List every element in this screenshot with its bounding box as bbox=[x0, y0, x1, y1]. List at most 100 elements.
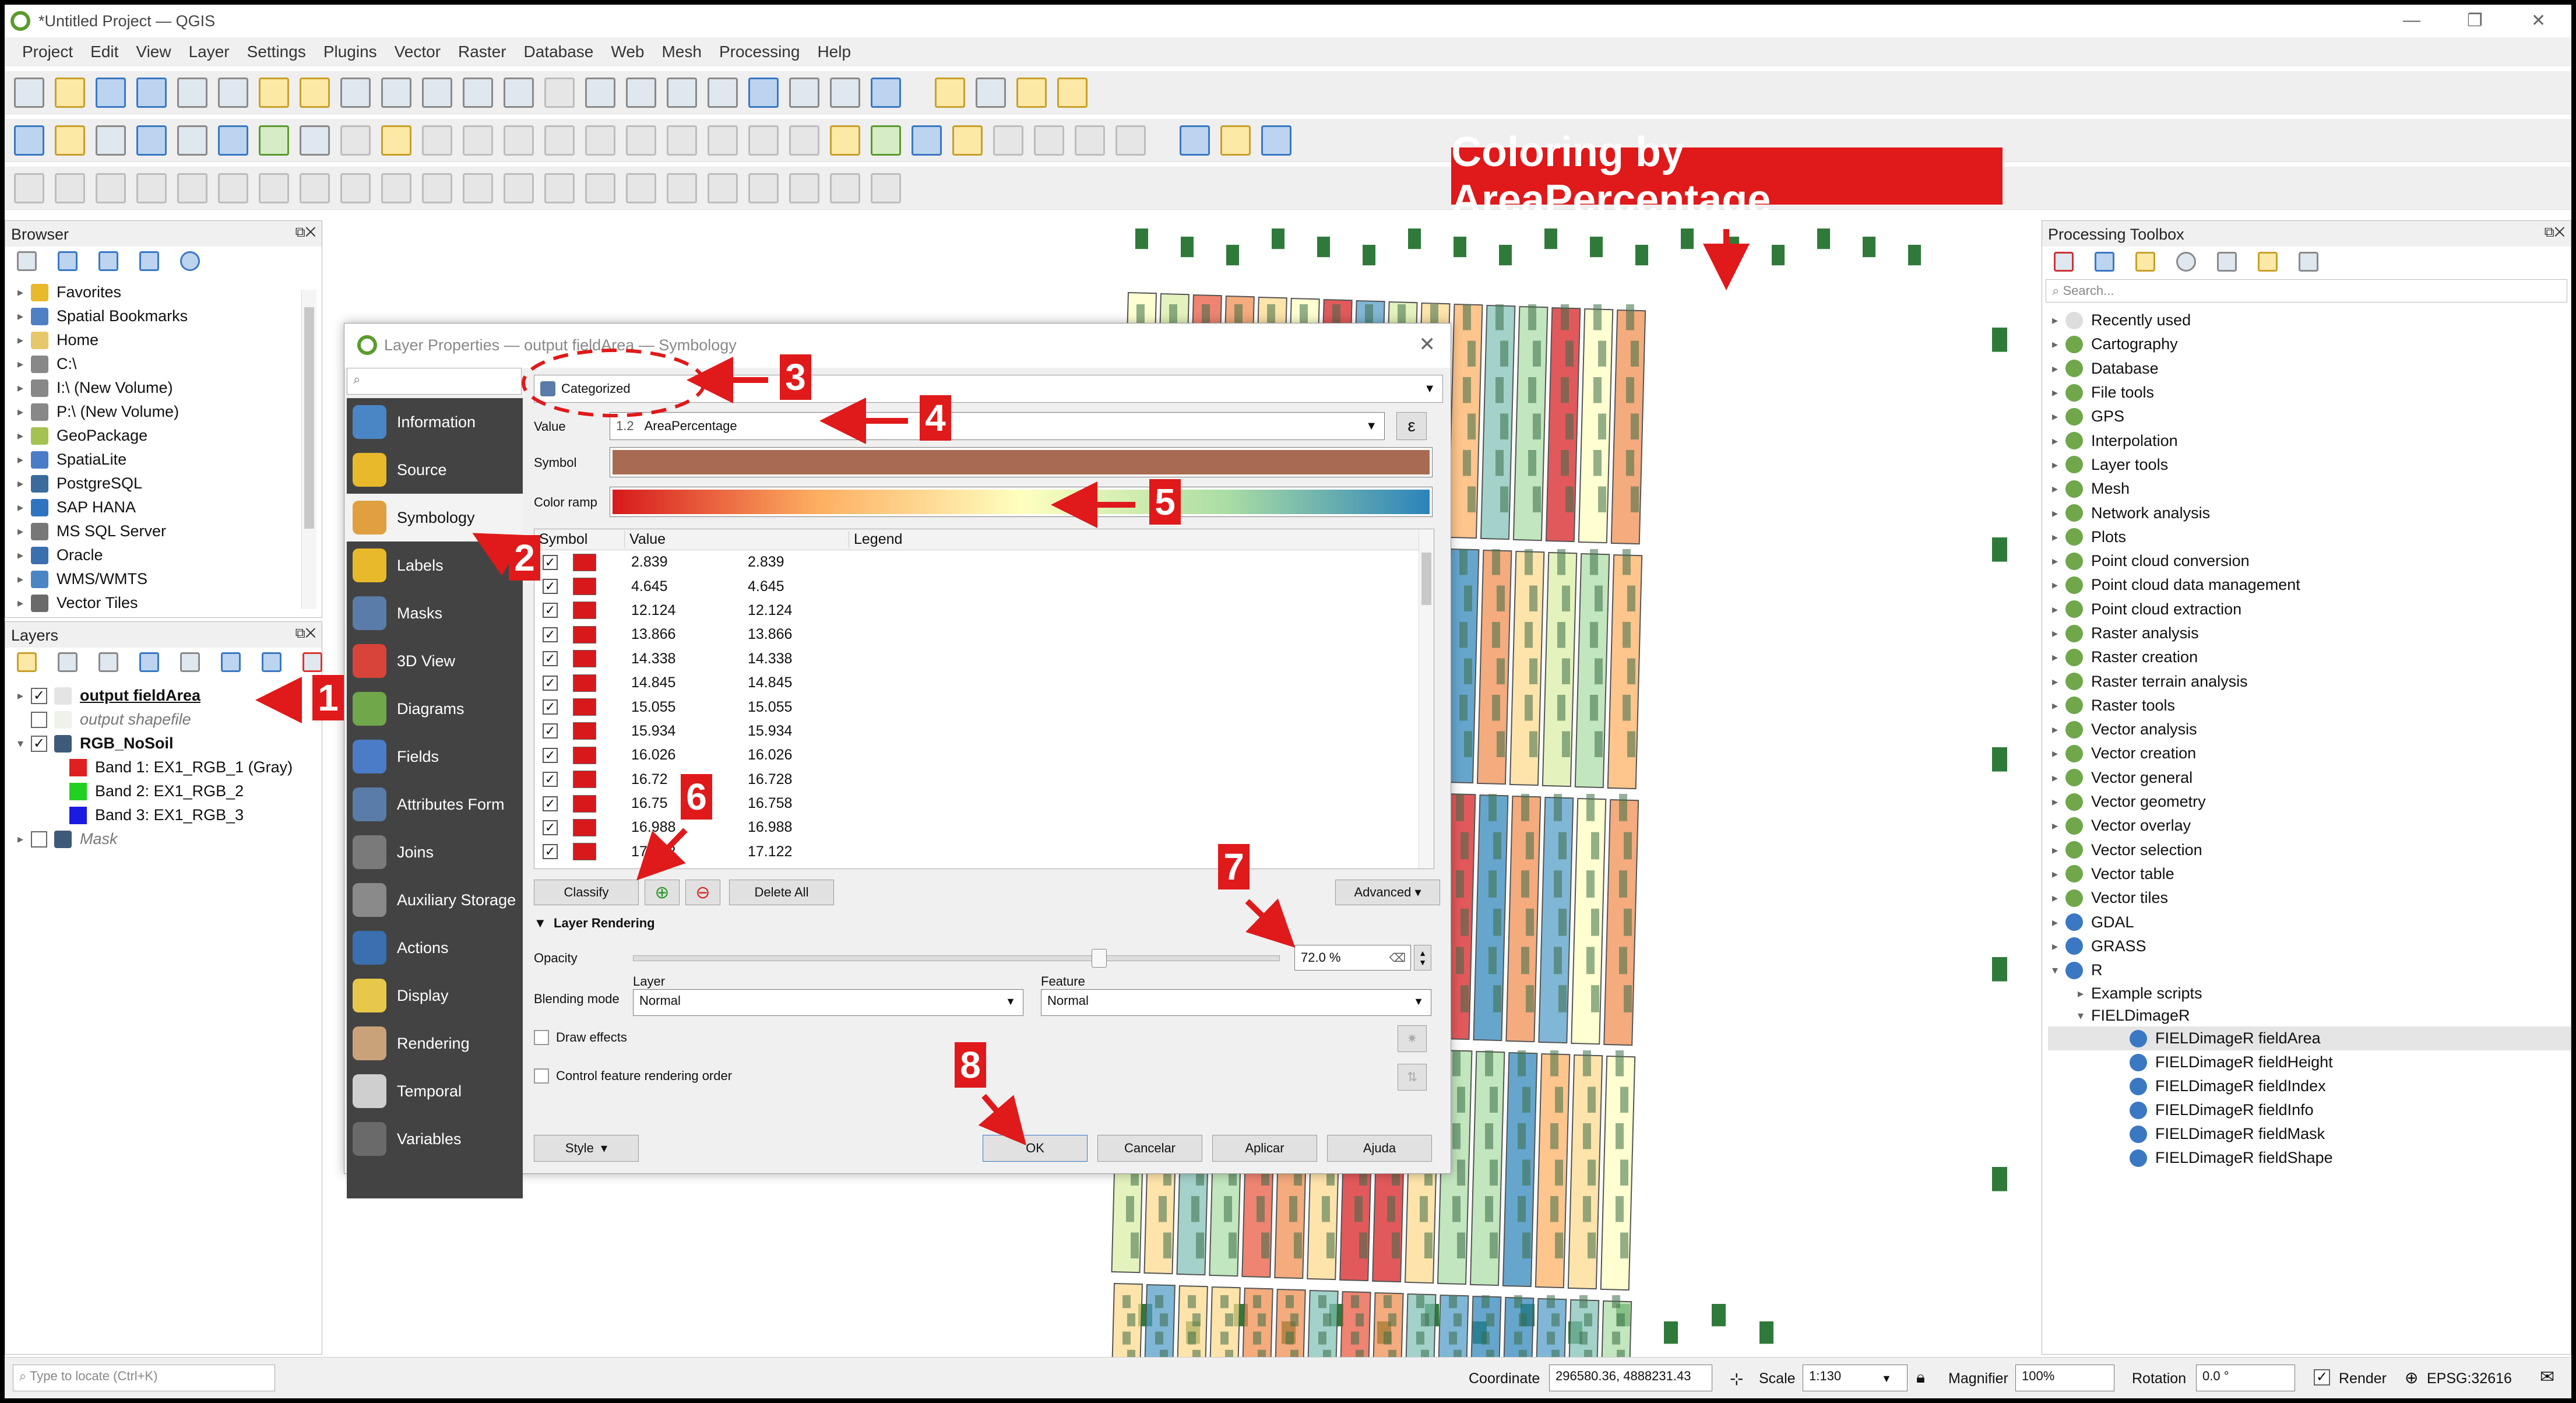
layer-blend-select[interactable]: Normal ▼ bbox=[633, 989, 1023, 1016]
expand-arrow-icon[interactable]: ▸ bbox=[2048, 626, 2062, 641]
panel-float-close-icon[interactable]: ⧉✕ bbox=[295, 224, 316, 241]
category-checkbox[interactable]: ✓ bbox=[543, 579, 558, 595]
paste-icon[interactable] bbox=[708, 125, 738, 156]
undo-icon[interactable] bbox=[748, 125, 779, 156]
menu-processing[interactable]: Processing bbox=[719, 43, 800, 61]
advanced-button[interactable]: Advanced ▾ bbox=[1335, 880, 1440, 905]
offset-point-icon[interactable] bbox=[830, 173, 860, 203]
toolbox-provider[interactable]: ▸ Vector geometry bbox=[2048, 790, 2571, 814]
menu-web[interactable]: Web bbox=[611, 43, 644, 61]
options-icon[interactable] bbox=[2299, 252, 2318, 272]
layer-visibility-checkbox[interactable] bbox=[31, 831, 47, 848]
remove-layer-icon[interactable] bbox=[302, 652, 322, 672]
rotation-spinbox[interactable]: 0.0 ° bbox=[2196, 1365, 2295, 1391]
toolbox-provider[interactable]: ▸ GDAL bbox=[2048, 910, 2571, 934]
label-show-icon[interactable] bbox=[1115, 125, 1146, 156]
sidebar-item-3d-view[interactable]: 3D View bbox=[347, 637, 523, 685]
diagram-icon[interactable] bbox=[871, 125, 901, 156]
toolbox-provider[interactable]: ▸ GRASS bbox=[2048, 934, 2571, 958]
table-row[interactable]: ✓ 13.866 13.866 bbox=[534, 623, 1434, 646]
layer-item[interactable]: ▸ Mask bbox=[13, 827, 322, 851]
category-legend[interactable]: 15.055 bbox=[748, 699, 792, 716]
expand-arrow-icon[interactable]: ▸ bbox=[13, 548, 27, 562]
expand-arrow-icon[interactable]: ▸ bbox=[2048, 602, 2062, 617]
sidebar-item-display[interactable]: Display bbox=[347, 972, 523, 1019]
select-value-icon[interactable] bbox=[976, 77, 1006, 108]
extents-icon[interactable]: ⊹ bbox=[1730, 1369, 1743, 1388]
browser-item[interactable]: ▸ C:\ bbox=[13, 352, 322, 376]
style-manager-icon[interactable] bbox=[218, 77, 248, 108]
category-legend[interactable]: 4.645 bbox=[748, 578, 784, 595]
browser-item[interactable]: ▸ GeoPackage bbox=[13, 424, 322, 448]
panel-float-close-icon[interactable]: ⧉✕ bbox=[2545, 224, 2565, 241]
category-symbol[interactable] bbox=[573, 843, 596, 861]
browser-scrollbar[interactable] bbox=[301, 290, 316, 609]
new-map-view-icon[interactable] bbox=[667, 77, 697, 108]
apply-button[interactable]: Aplicar bbox=[1212, 1135, 1317, 1162]
copy-icon[interactable] bbox=[667, 125, 697, 156]
menu-edit[interactable]: Edit bbox=[90, 43, 118, 61]
help-button[interactable]: Ajuda bbox=[1327, 1135, 1432, 1162]
crs-label[interactable]: EPSG:32616 bbox=[2427, 1370, 2512, 1387]
category-symbol[interactable] bbox=[573, 698, 596, 716]
category-checkbox[interactable]: ✓ bbox=[543, 747, 558, 763]
value-field-select[interactable]: 1.2 AreaPercentage ▼ bbox=[610, 412, 1385, 440]
expand-arrow-icon[interactable]: ▸ bbox=[2048, 650, 2062, 664]
python-console-icon[interactable] bbox=[1220, 125, 1251, 156]
category-value[interactable]: 4.645 bbox=[631, 578, 748, 595]
offset-curve-icon[interactable] bbox=[585, 173, 615, 203]
field-plot[interactable] bbox=[1469, 1050, 1505, 1286]
expand-arrow-icon[interactable]: ▸ bbox=[2048, 722, 2062, 737]
style-button[interactable]: Style ▾ bbox=[534, 1135, 639, 1162]
category-legend[interactable]: 16.758 bbox=[748, 795, 792, 812]
category-symbol[interactable] bbox=[573, 578, 596, 596]
expand-arrow-icon[interactable]: ▸ bbox=[2048, 915, 2062, 930]
temporal-icon[interactable] bbox=[830, 77, 860, 108]
field-plot[interactable] bbox=[1610, 309, 1646, 545]
layer-item[interactable]: ▾ ✓ RGB_NoSoil bbox=[13, 732, 322, 755]
toolbox-provider[interactable]: ▸ Vector tiles bbox=[2048, 886, 2571, 910]
save-as-icon[interactable] bbox=[136, 77, 167, 108]
layer-rendering-header[interactable]: ▼ Layer Rendering bbox=[534, 916, 655, 931]
expand-arrow-icon[interactable]: ▸ bbox=[2048, 698, 2062, 713]
category-legend[interactable]: 14.845 bbox=[748, 674, 792, 691]
opacity-spinbox[interactable]: 72.0 % ⌫ bbox=[1294, 945, 1411, 971]
category-value[interactable]: 14.338 bbox=[631, 650, 748, 667]
expand-arrow-icon[interactable]: ▸ bbox=[13, 309, 27, 324]
table-row[interactable]: ✓ 15.055 15.055 bbox=[534, 695, 1434, 719]
classify-button[interactable]: Classify bbox=[534, 880, 639, 905]
category-symbol[interactable] bbox=[573, 625, 596, 644]
shape-rectangle-icon[interactable] bbox=[136, 173, 167, 203]
layer-item[interactable]: Band 1: EX1_RGB_1 (Gray) bbox=[13, 755, 322, 779]
opacity-stepper[interactable]: ▲ ▼ bbox=[1414, 945, 1431, 971]
info-icon[interactable] bbox=[180, 251, 200, 271]
expand-arrow-icon[interactable]: ▾ bbox=[13, 736, 27, 751]
color-ramp-button[interactable] bbox=[610, 487, 1433, 517]
zoom-last-icon[interactable] bbox=[585, 77, 615, 108]
toolbox-provider[interactable]: ▸ Plots bbox=[2048, 525, 2571, 549]
browser-item[interactable]: ▸ Spatial Bookmarks bbox=[13, 304, 322, 328]
sidebar-item-fields[interactable]: Fields bbox=[347, 733, 523, 780]
menu-plugins[interactable]: Plugins bbox=[323, 43, 377, 61]
category-checkbox[interactable]: ✓ bbox=[543, 844, 558, 860]
renderer-select[interactable]: Categorized ▼ bbox=[534, 375, 1443, 403]
expand-arrow-icon[interactable]: ▸ bbox=[2048, 939, 2062, 954]
category-checkbox[interactable]: ✓ bbox=[543, 820, 558, 835]
cancel-button[interactable]: Cancelar bbox=[1097, 1135, 1202, 1162]
layer-item[interactable]: ▸ ✓ output fieldArea bbox=[13, 684, 322, 708]
expand-arrow-icon[interactable]: ▸ bbox=[2048, 409, 2062, 424]
table-row[interactable]: ✓ 2.839 2.839 bbox=[534, 550, 1434, 574]
sidebar-item-actions[interactable]: Actions bbox=[347, 924, 523, 972]
reshape-icon[interactable] bbox=[544, 173, 575, 203]
modify-attributes-icon[interactable] bbox=[544, 125, 575, 156]
table-row[interactable]: ✓ 15.934 15.934 bbox=[534, 719, 1434, 743]
magnifier-spinbox[interactable]: 100% bbox=[2015, 1365, 2114, 1391]
toolbox-provider[interactable]: ▸ Point cloud data management bbox=[2048, 573, 2571, 597]
field-plot[interactable] bbox=[1535, 1297, 1567, 1362]
remove-class-icon[interactable]: ⊖ bbox=[685, 880, 720, 905]
label-toolbar-icon[interactable] bbox=[830, 125, 860, 156]
feature-blend-select[interactable]: Normal ▼ bbox=[1041, 989, 1431, 1016]
expand-arrow-icon[interactable]: ▸ bbox=[2048, 434, 2062, 448]
scale-select[interactable]: 1:130 bbox=[1803, 1365, 1908, 1391]
toolbox-provider[interactable]: ▸ Database bbox=[2048, 357, 2571, 381]
